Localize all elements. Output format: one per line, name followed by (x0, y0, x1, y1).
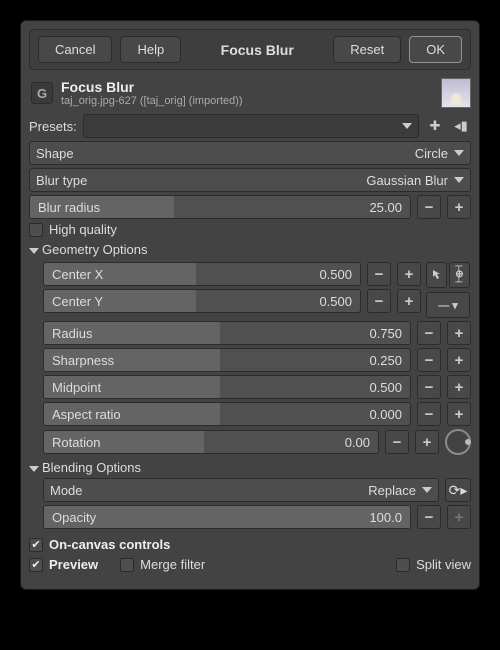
expander-down-icon (29, 466, 39, 472)
high-quality-checkbox[interactable] (29, 223, 43, 237)
reset-button[interactable]: Reset (333, 36, 401, 63)
dialog-topbar: Cancel Help Focus Blur Reset OK (29, 29, 471, 70)
pick-point-button[interactable] (426, 262, 447, 288)
app-logo-icon: G (31, 82, 53, 104)
radius-field[interactable]: Radius0.750 (43, 321, 411, 345)
preview-label: Preview (49, 557, 98, 572)
cancel-button[interactable]: Cancel (38, 36, 112, 63)
geometry-section-header[interactable]: Geometry Options (29, 242, 471, 257)
expander-down-icon (29, 248, 39, 254)
blur-radius-label: Blur radius (30, 200, 369, 215)
rotation-minus[interactable]: − (385, 430, 409, 454)
sharpness-plus[interactable]: + (447, 348, 471, 372)
sharpness-minus[interactable]: − (417, 348, 441, 372)
blur-type-label: Blur type (36, 173, 87, 188)
merge-filter-label: Merge filter (140, 557, 205, 572)
presets-row: Presets: ✚ ◂▮ (29, 114, 471, 138)
center-y-plus[interactable]: + (397, 289, 421, 313)
rotation-dial[interactable] (445, 429, 471, 455)
blur-radius-value: 25.00 (369, 200, 410, 215)
midpoint-plus[interactable]: + (447, 375, 471, 399)
opacity-field[interactable]: Opacity100.0 (43, 505, 411, 529)
aspect-ratio-field[interactable]: Aspect ratio0.000 (43, 402, 411, 426)
rotation-plus[interactable]: + (415, 430, 439, 454)
blur-radius-plus[interactable]: + (447, 195, 471, 219)
presets-combo[interactable] (83, 114, 419, 138)
units-button[interactable]: — ▾ (426, 292, 470, 318)
radius-plus[interactable]: + (447, 321, 471, 345)
image-name: taj_orig.jpg-627 ([taj_orig] (imported)) (61, 95, 243, 107)
center-x-minus[interactable]: − (367, 262, 391, 286)
filter-name: Focus Blur (61, 79, 243, 95)
merge-filter-checkbox[interactable] (120, 558, 134, 572)
midpoint-minus[interactable]: − (417, 375, 441, 399)
blending-section-header[interactable]: Blending Options (29, 460, 471, 475)
split-view-checkbox[interactable] (396, 558, 410, 572)
center-x-field[interactable]: Center X0.500 (43, 262, 361, 286)
add-preset-button[interactable]: ✚ (425, 114, 445, 138)
blur-radius-field[interactable]: Blur radius 25.00 (29, 195, 411, 219)
focus-blur-dialog: Cancel Help Focus Blur Reset OK G Focus … (20, 20, 480, 590)
opacity-minus[interactable]: − (417, 505, 441, 529)
split-view-label: Split view (416, 557, 471, 572)
rotation-field[interactable]: Rotation0.00 (43, 430, 379, 454)
dialog-title: Focus Blur (189, 42, 325, 58)
coords-format-button[interactable]: ┬⊕┴ (449, 262, 470, 288)
center-y-field[interactable]: Center Y0.500 (43, 289, 361, 313)
opacity-plus[interactable]: + (447, 505, 471, 529)
on-canvas-checkbox[interactable]: ✔ (29, 538, 43, 552)
sharpness-field[interactable]: Sharpness0.250 (43, 348, 411, 372)
mode-label: Mode (50, 483, 83, 498)
mode-reset-button[interactable]: ⟳▸ (445, 478, 471, 502)
blur-radius-minus[interactable]: − (417, 195, 441, 219)
blur-type-value: Gaussian Blur (366, 173, 448, 188)
on-canvas-label: On-canvas controls (49, 537, 170, 552)
image-thumbnail (441, 78, 471, 108)
presets-label: Presets: (29, 119, 77, 134)
mode-combo[interactable]: Mode Replace (43, 478, 439, 502)
shape-combo[interactable]: Shape Circle (29, 141, 471, 165)
manage-presets-button[interactable]: ◂▮ (451, 114, 471, 138)
shape-value: Circle (415, 146, 448, 161)
preview-checkbox[interactable]: ✔ (29, 558, 43, 572)
shape-label: Shape (36, 146, 74, 161)
chevron-down-icon (454, 177, 464, 183)
chevron-down-icon (402, 123, 412, 129)
midpoint-field[interactable]: Midpoint0.500 (43, 375, 411, 399)
blur-type-combo[interactable]: Blur type Gaussian Blur (29, 168, 471, 192)
aspect-minus[interactable]: − (417, 402, 441, 426)
center-y-minus[interactable]: − (367, 289, 391, 313)
help-button[interactable]: Help (120, 36, 181, 63)
header: G Focus Blur taj_orig.jpg-627 ([taj_orig… (31, 78, 471, 108)
chevron-down-icon (454, 150, 464, 156)
mode-value: Replace (368, 483, 416, 498)
aspect-plus[interactable]: + (447, 402, 471, 426)
radius-minus[interactable]: − (417, 321, 441, 345)
center-x-plus[interactable]: + (397, 262, 421, 286)
high-quality-label: High quality (49, 222, 117, 237)
ok-button[interactable]: OK (409, 36, 462, 63)
chevron-down-icon (422, 487, 432, 493)
